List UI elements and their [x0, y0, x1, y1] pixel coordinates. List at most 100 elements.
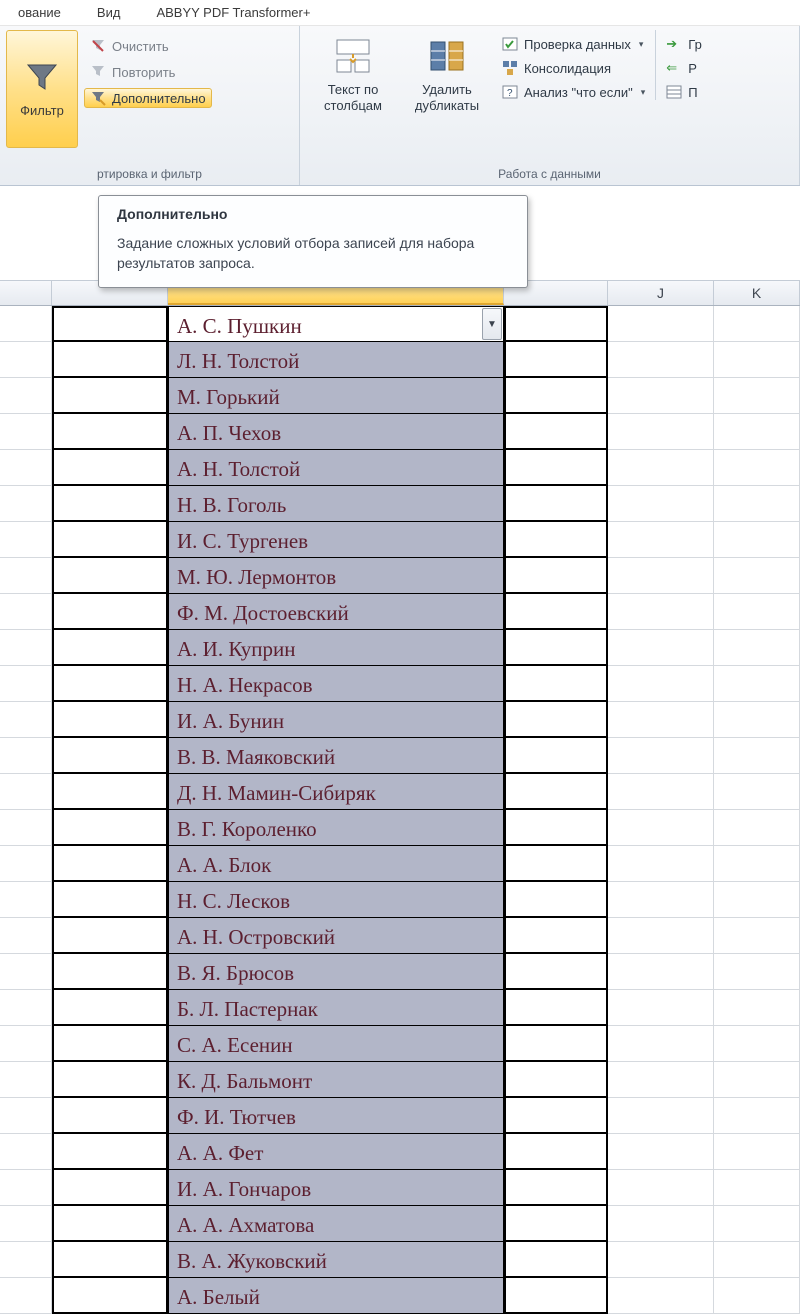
table-row: А. Н. Толстой	[0, 450, 800, 486]
text-to-columns-icon	[333, 36, 373, 76]
author-cell[interactable]: А. С. Пушкин	[168, 306, 504, 342]
author-cell[interactable]: А. А. Блок	[168, 846, 504, 882]
chevron-down-icon: ▾	[639, 39, 644, 50]
table-row: Ф. М. Достоевский	[0, 594, 800, 630]
clear-filter-button[interactable]: Очистить	[84, 36, 212, 56]
table-row: А. П. Чехов	[0, 414, 800, 450]
author-cell[interactable]: А. А. Ахматова	[168, 1206, 504, 1242]
table-row: М. Ю. Лермонтов	[0, 558, 800, 594]
ribbon-group-sort-filter: Фильтр Очистить Повторить	[0, 26, 300, 185]
reapply-icon	[90, 64, 106, 80]
arrow-left-icon: ⇐	[666, 60, 682, 76]
clear-icon	[90, 38, 106, 54]
remove-duplicates-button[interactable]: Удалить дубликаты	[400, 30, 494, 113]
table-row: Б. Л. Пастернак	[0, 990, 800, 1026]
menu-item[interactable]: Вид	[79, 1, 139, 24]
author-cell[interactable]: И. С. Тургенев	[168, 522, 504, 558]
table-row: А. А. Фет	[0, 1134, 800, 1170]
author-cell[interactable]: М. Горький	[168, 378, 504, 414]
advanced-icon	[90, 90, 106, 106]
table-row: Л. Н. Толстой	[0, 342, 800, 378]
author-cell[interactable]: И. А. Гончаров	[168, 1170, 504, 1206]
filter-button[interactable]: Фильтр	[6, 30, 78, 148]
author-cell[interactable]: В. Я. Брюсов	[168, 954, 504, 990]
author-cell[interactable]: М. Ю. Лермонтов	[168, 558, 504, 594]
data-validation-button[interactable]: Проверка данных ▾	[502, 36, 645, 52]
advanced-filter-button[interactable]: Дополнительно	[84, 88, 212, 108]
author-cell[interactable]: Ф. И. Тютчев	[168, 1098, 504, 1134]
table-row: А. А. Блок	[0, 846, 800, 882]
filter-button-label: Фильтр	[20, 103, 64, 118]
ribbon: Фильтр Очистить Повторить	[0, 26, 800, 186]
menu-bar: ование Вид ABBYY PDF Transformer+	[0, 0, 800, 26]
table-row: Н. С. Лесков	[0, 882, 800, 918]
arrow-right-icon: ➔	[666, 36, 682, 52]
ribbon-group-caption: Работа с данными	[306, 165, 793, 183]
author-cell[interactable]: Д. Н. Мамин-Сибиряк	[168, 774, 504, 810]
table-row: Н. А. Некрасов	[0, 666, 800, 702]
menu-item[interactable]: ABBYY PDF Transformer+	[138, 1, 328, 24]
author-cell[interactable]: Ф. М. Достоевский	[168, 594, 504, 630]
author-cell[interactable]: Н. А. Некрасов	[168, 666, 504, 702]
table-row: В. Г. Короленко	[0, 810, 800, 846]
chevron-down-icon: ▾	[641, 87, 646, 98]
author-cell[interactable]: Н. В. Гоголь	[168, 486, 504, 522]
table-row: М. Горький	[0, 378, 800, 414]
funnel-icon	[25, 61, 59, 95]
grid[interactable]: ▼ А. С. ПушкинЛ. Н. ТолстойМ. ГорькийА. …	[0, 306, 800, 1314]
what-if-button[interactable]: ? Анализ "что если" ▾	[502, 84, 645, 100]
author-cell[interactable]: Б. Л. Пастернак	[168, 990, 504, 1026]
svg-text:?: ?	[507, 88, 513, 99]
author-cell[interactable]: А. И. Куприн	[168, 630, 504, 666]
author-cell[interactable]: В. Г. Короленко	[168, 810, 504, 846]
column-header-k[interactable]: K	[714, 281, 800, 305]
table-row: И. С. Тургенев	[0, 522, 800, 558]
table-row: А. И. Куприн	[0, 630, 800, 666]
author-cell[interactable]: А. Н. Толстой	[168, 450, 504, 486]
table-row: Ф. И. Тютчев	[0, 1098, 800, 1134]
table-row: А. А. Ахматова	[0, 1206, 800, 1242]
author-cell[interactable]: А. П. Чехов	[168, 414, 504, 450]
what-if-icon: ?	[502, 84, 518, 100]
reapply-filter-button[interactable]: Повторить	[84, 62, 212, 82]
author-cell[interactable]: Н. С. Лесков	[168, 882, 504, 918]
table-row: К. Д. Бальмонт	[0, 1062, 800, 1098]
table-row: С. А. Есенин	[0, 1026, 800, 1062]
tooltip-body: Задание сложных условий отбора записей д…	[117, 234, 509, 273]
filter-dropdown-button[interactable]: ▼	[482, 308, 502, 340]
table-row: В. В. Маяковский	[0, 738, 800, 774]
author-cell[interactable]: А. А. Фет	[168, 1134, 504, 1170]
author-cell[interactable]: Л. Н. Толстой	[168, 342, 504, 378]
menu-item[interactable]: ование	[0, 1, 79, 24]
table-row: Н. В. Гоголь	[0, 486, 800, 522]
author-cell[interactable]: В. А. Жуковский	[168, 1242, 504, 1278]
table-row: А. С. Пушкин	[0, 306, 800, 342]
table-row: И. А. Бунин	[0, 702, 800, 738]
column-header-j[interactable]: J	[608, 281, 714, 305]
author-cell[interactable]: А. Н. Островский	[168, 918, 504, 954]
consolidate-icon	[502, 60, 518, 76]
author-cell[interactable]: А. Белый	[168, 1278, 504, 1314]
table-row: Д. Н. Мамин-Сибиряк	[0, 774, 800, 810]
consolidate-button[interactable]: Консолидация	[502, 60, 645, 76]
worksheet[interactable]: J K ▼ А. С. ПушкинЛ. Н. ТолстойМ. Горьки…	[0, 280, 800, 1314]
author-cell[interactable]: В. В. Маяковский	[168, 738, 504, 774]
ribbon-group-data-tools: Текст по столбцам Удалить дубликаты	[300, 26, 800, 185]
table-row: И. А. Гончаров	[0, 1170, 800, 1206]
text-to-columns-button[interactable]: Текст по столбцам	[306, 30, 400, 113]
remove-duplicates-icon	[427, 36, 467, 76]
author-cell[interactable]: С. А. Есенин	[168, 1026, 504, 1062]
author-cell[interactable]: И. А. Бунин	[168, 702, 504, 738]
ungroup-button[interactable]: ⇐ Р	[666, 60, 702, 76]
tooltip-advanced-filter: Дополнительно Задание сложных условий от…	[98, 195, 528, 288]
subtotal-button[interactable]: П	[666, 84, 702, 100]
group-button[interactable]: ➔ Гр	[666, 36, 702, 52]
data-validation-icon	[502, 36, 518, 52]
tooltip-title: Дополнительно	[117, 206, 509, 222]
table-row: А. Н. Островский	[0, 918, 800, 954]
table-row: А. Белый	[0, 1278, 800, 1314]
ribbon-group-caption: ртировка и фильтр	[6, 165, 293, 183]
subtotal-icon	[666, 84, 682, 100]
author-cell[interactable]: К. Д. Бальмонт	[168, 1062, 504, 1098]
table-row: В. А. Жуковский	[0, 1242, 800, 1278]
